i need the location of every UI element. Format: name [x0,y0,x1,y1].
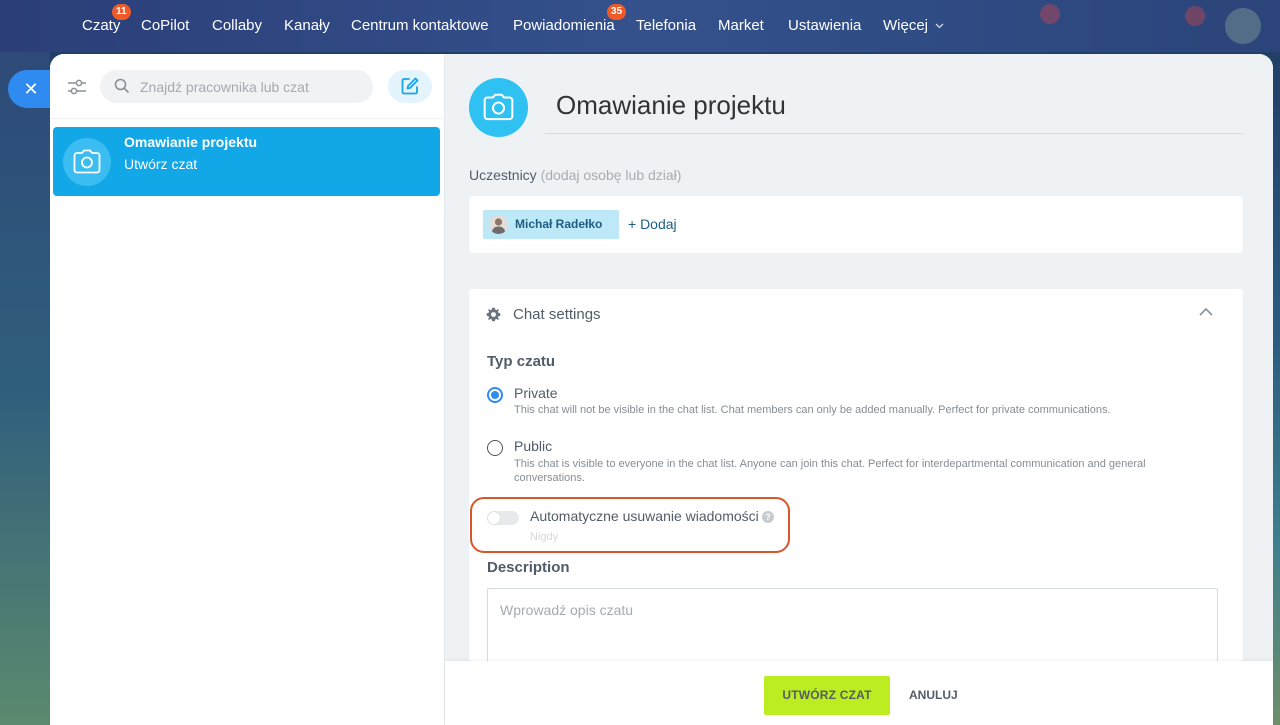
chat-item-title: Omawianie projektu [124,134,258,150]
chats-badge: 11 [112,4,131,20]
nav-item-more-label: Więcej [883,17,929,34]
public-option-title[interactable]: Public [514,438,552,454]
private-option-title[interactable]: Private [514,385,558,401]
nav-item-collaby[interactable]: Collaby [212,17,262,34]
notifications-badge: 35 [607,4,627,20]
close-icon: ✕ [23,79,39,99]
nav-item-chats[interactable]: Czaty [82,17,120,34]
background-blur [1185,6,1205,26]
chat-type-label: Typ czatu [487,353,556,370]
nav-item-notifications[interactable]: Powiadomienia [513,17,615,34]
background-app-strip [0,52,50,725]
nav-item-settings[interactable]: Ustawienia [788,17,861,34]
compose-icon [401,77,419,95]
chat-item-subtitle: Utwórz czat [124,156,198,172]
background-blur [1225,8,1261,44]
gear-icon [486,307,501,322]
nav-item-telephony[interactable]: Telefonia [636,17,696,34]
description-input[interactable] [488,589,1217,667]
chat-settings-card: Chat settings Typ czatu Private This cha… [469,289,1243,725]
members-box: Michał Radełko + Dodaj [469,196,1243,253]
nav-item-copilot[interactable]: CoPilot [141,17,189,34]
members-hint: (dodaj osobę lub dział) [540,167,682,183]
chevron-down-icon [935,23,944,29]
filter-icon[interactable] [66,78,88,96]
camera-icon [73,149,101,174]
highlight-annotation [470,497,790,553]
private-radio[interactable] [487,387,503,403]
auto-delete-value: Nigdy [530,531,559,543]
nav-item-more[interactable]: Więcej [883,17,944,34]
help-icon[interactable]: ? [762,511,774,523]
settings-title[interactable]: Chat settings [513,306,601,323]
nav-item-channels[interactable]: Kanały [284,17,330,34]
chat-list-item[interactable]: Omawianie projektu Utwórz czat [53,127,440,196]
search-box [100,70,373,103]
form-footer: UTWÓRZ CZAT ANULUJ [445,661,1273,725]
camera-icon [483,93,514,121]
public-radio[interactable] [487,440,503,456]
user-avatar-icon [489,215,508,234]
member-chip[interactable]: Michał Radełko [483,210,619,239]
chevron-up-icon[interactable] [1199,307,1213,316]
top-navigation: Czaty 11 CoPilot Collaby Kanały Centrum … [0,0,1280,52]
avatar [489,215,508,234]
divider [50,118,445,119]
search-input[interactable] [140,70,365,103]
member-name: Michał Radełko [515,217,603,231]
chat-avatar-upload[interactable] [469,78,528,137]
members-label: Uczestnicy (dodaj osobę lub dział) [469,167,681,183]
auto-delete-label: Automatyczne usuwanie wiadomości [530,508,759,524]
close-panel-button[interactable]: ✕ [8,70,50,108]
chat-avatar [63,138,111,186]
private-option-description: This chat will not be visible in the cha… [514,404,1111,416]
chat-title-input[interactable]: Omawianie projektu [556,90,1236,121]
nav-item-contact-center[interactable]: Centrum kontaktowe [351,17,489,34]
description-label: Description [487,559,570,576]
auto-delete-toggle[interactable] [487,511,519,525]
chat-sidebar: Omawianie projektu Utwórz czat [50,54,445,725]
chat-title-field[interactable]: Omawianie projektu [545,84,1243,134]
new-chat-button[interactable] [388,70,432,103]
public-option-description: This chat is visible to everyone in the … [514,458,1146,484]
background-blur [1040,4,1060,24]
cancel-button[interactable]: ANULUJ [909,676,958,715]
nav-item-market[interactable]: Market [718,17,764,34]
add-member-link[interactable]: + Dodaj [628,216,677,232]
create-chat-button[interactable]: UTWÓRZ CZAT [764,676,890,715]
members-label-text: Uczestnicy [469,167,537,183]
description-box [487,588,1218,668]
create-chat-form: Omawianie projektu Uczestnicy (dodaj oso… [445,54,1273,725]
search-icon [114,78,130,94]
create-chat-panel: Omawianie projektu Utwórz czat Omawianie… [50,54,1273,725]
